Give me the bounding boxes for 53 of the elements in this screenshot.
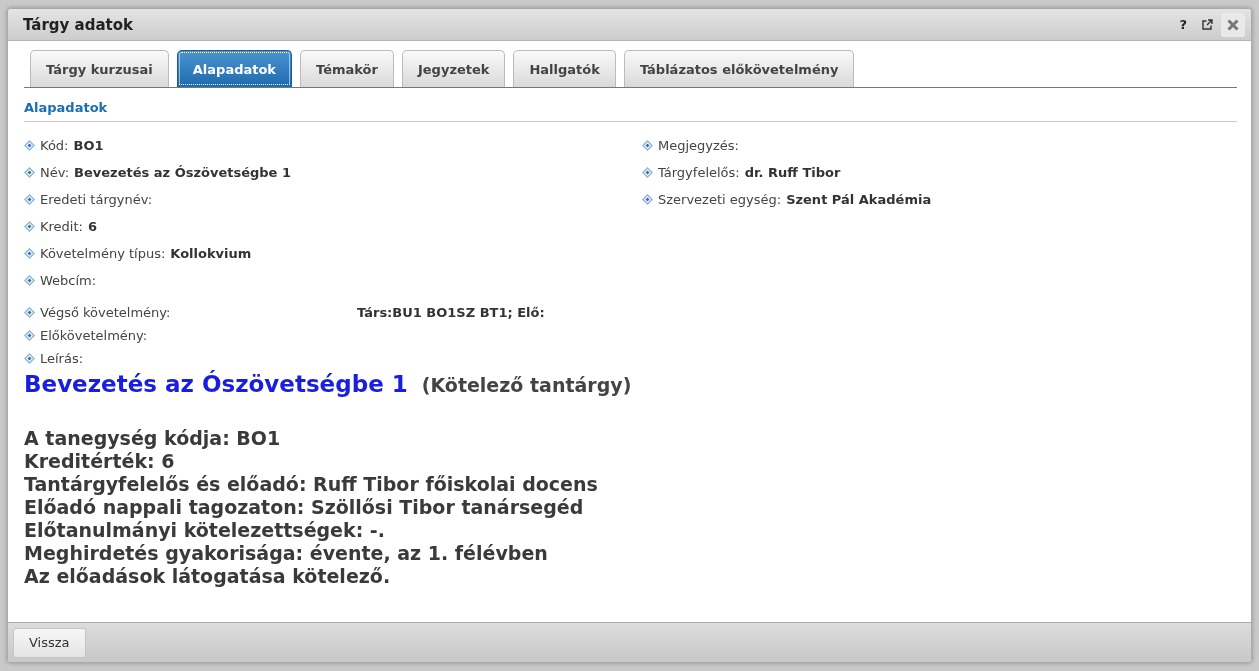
field-value: Társ:BU1 BO1SZ BT1; Elő: <box>357 304 546 320</box>
bullet-icon <box>24 139 35 151</box>
description-line: Előadó nappali tagozaton: Szöllősi Tibor tanársegéd <box>24 496 585 519</box>
external-link-icon <box>1201 19 1213 30</box>
field-value: Kollokvium <box>170 245 252 261</box>
course-title: Bevezetés az Ószövetségbe 1 <box>24 371 408 397</box>
field-label: Név: <box>40 164 70 180</box>
section-title: Alapadatok <box>24 88 1237 122</box>
description-line: Előtanulmányi kötelezettségek: -. <box>24 519 386 542</box>
bullet-icon <box>24 352 35 364</box>
tab[interactable]: Témakör <box>300 50 394 87</box>
tab[interactable]: Jegyzetek <box>401 50 506 87</box>
bullet-icon <box>642 139 653 151</box>
field-label: Követelmény típus: <box>40 245 166 261</box>
field-value: dr. Ruff Tibor <box>744 164 841 180</box>
description-line: Tantárgyfelelős és előadó: Ruff Tibor főiskolai docens <box>24 473 599 496</box>
bullet-icon <box>24 220 35 232</box>
bullet-icon <box>24 329 35 341</box>
field-value: Szent Pál Akadémia <box>786 191 932 207</box>
back-button[interactable]: Vissza <box>13 627 86 658</box>
tab[interactable]: Táblázatos előkövetelmény <box>623 50 855 87</box>
description-line: A tanegység kódja: BO1 <box>24 427 282 450</box>
bullet-icon <box>24 306 35 318</box>
description-line: Az előadások látogatása kötelező. <box>24 565 392 588</box>
field-label: Leírás: <box>40 350 84 366</box>
close-icon <box>1227 18 1239 31</box>
tab[interactable]: Tárgy kurzusai <box>30 50 169 87</box>
field-label: Eredeti tárgynév: <box>40 191 153 207</box>
description-line: Kreditérték: 6 <box>24 450 176 473</box>
bullet-icon <box>24 274 35 286</box>
field-label: Kód: <box>40 137 69 153</box>
tab[interactable]: Hallgatók <box>513 50 616 87</box>
bullet-icon <box>24 166 35 178</box>
help-button[interactable]: ? <box>1173 17 1193 32</box>
field-label: Előkövetelmény: <box>40 327 148 343</box>
bullet-icon <box>24 193 35 205</box>
field-value: Bevezetés az Ószövetségbe 1 <box>74 164 291 180</box>
bullet-icon <box>642 166 653 178</box>
field-value: BO1 <box>73 137 104 153</box>
bullet-icon <box>24 247 35 259</box>
close-button[interactable] <box>1221 12 1245 37</box>
tab[interactable]: Alapadatok <box>176 50 293 87</box>
field-label: Webcím: <box>40 272 97 288</box>
field-label: Szervezeti egység: <box>658 191 782 207</box>
field-label: Kredit: <box>40 218 83 234</box>
description-line: Meghirdetés gyakorisága: évente, az 1. félévben <box>24 542 549 565</box>
bullet-icon <box>642 193 653 205</box>
window-title: Tárgy adatok <box>23 15 134 34</box>
field-label: Megjegyzés: <box>658 137 739 153</box>
field-label: Végső követelmény: <box>40 304 171 320</box>
course-subtitle: (Kötelező tantárgy) <box>421 374 632 396</box>
field-label: Tárgyfelelős: <box>658 164 740 180</box>
field-value: 6 <box>87 218 97 234</box>
